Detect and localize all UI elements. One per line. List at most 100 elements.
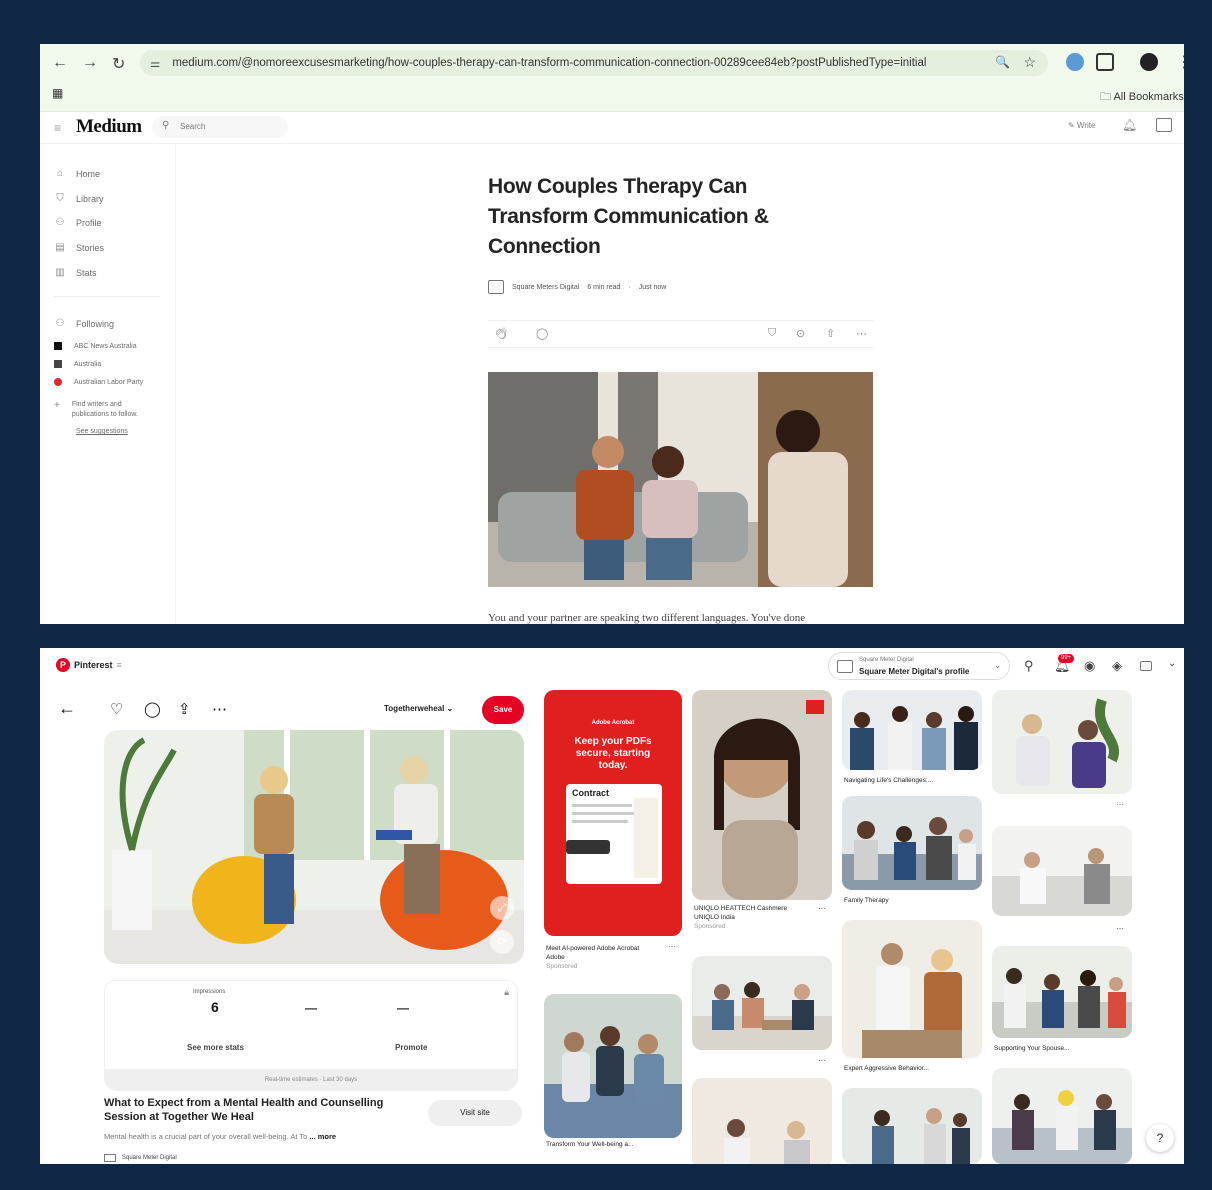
sidebar-item-home[interactable]: ⌂ Home — [54, 168, 100, 179]
visual-search-icon[interactable]: ⟳ — [490, 930, 514, 954]
pin-tile[interactable] — [692, 956, 832, 1050]
address-bar[interactable]: ⚌ medium.com/@nomoreexcusesmarketing/how… — [140, 50, 1048, 76]
save-button[interactable]: Save — [482, 696, 524, 724]
article-intro-text: You and your partner are speaking two di… — [488, 612, 806, 624]
pin-tile[interactable] — [692, 1078, 832, 1164]
more-options-icon[interactable]: ⋯ — [856, 327, 867, 340]
share-icon[interactable]: ⇪ — [178, 700, 191, 718]
search-input[interactable]: ⚲ Search — [152, 116, 288, 138]
pin-tile[interactable] — [992, 946, 1132, 1038]
pin-tile[interactable] — [842, 690, 982, 770]
read-time: 6 min read — [587, 283, 621, 291]
adobe-ad-pin[interactable]: Adobe Acrobat Keep your PDFs secure, sta… — [544, 690, 682, 936]
article-byline: Square Meters Digital 6 min read · Just … — [488, 280, 666, 294]
account-avatar-icon[interactable] — [1140, 53, 1158, 71]
profile-label: Square Meter Digital's profile — [859, 667, 970, 676]
sidebar-item-label: Stats — [76, 267, 97, 278]
more-options-icon[interactable]: ⋯ — [212, 700, 227, 718]
more-options-icon[interactable]: ⋯ — [668, 942, 676, 951]
expand-icon[interactable]: ⤢ — [490, 896, 514, 920]
write-button[interactable]: ✎ Write — [1068, 121, 1095, 130]
pin-tile[interactable] — [842, 796, 982, 890]
pin-tile[interactable] — [992, 1068, 1132, 1164]
avatar[interactable] — [1156, 118, 1172, 132]
extension-icon[interactable] — [1066, 53, 1084, 71]
all-bookmarks[interactable]: 🗀 All Bookmarks — [1100, 88, 1184, 107]
back-arrow-icon[interactable]: ← — [58, 698, 76, 719]
comment-icon[interactable]: ◯ — [144, 700, 161, 718]
site-settings-icon[interactable]: ⚌ — [150, 56, 160, 70]
listen-icon[interactable]: ⊙ — [796, 327, 805, 340]
bookmarks-bar: ▦ 🗀 All Bookmarks — [40, 84, 1184, 108]
pin-image[interactable]: ⤢ ⟳ — [104, 730, 524, 964]
chart-icon: ▥ — [55, 267, 65, 278]
following-item[interactable]: ABC News Australia — [54, 342, 137, 350]
abc-news-avatar — [54, 342, 62, 350]
pin-tile[interactable] — [992, 826, 1132, 916]
clap-icon[interactable]: 👏︎ — [494, 327, 508, 340]
more-options-icon[interactable]: ⋯ — [818, 904, 826, 913]
reload-icon[interactable]: ↻ — [112, 54, 125, 74]
stat-empty-value: — — [305, 1001, 317, 1015]
pin-detail: ♡ ◯ ⇪ ⋯ Togetherweheal ⌄ Save ⤢ ⟳ Impres… — [104, 688, 524, 1164]
kebab-menu-icon[interactable]: ⋮ — [1176, 52, 1184, 72]
see-suggestions-link[interactable]: See suggestions — [76, 428, 128, 435]
apps-grid-icon[interactable]: ▦ — [52, 86, 63, 100]
help-button[interactable]: ? — [1146, 1124, 1174, 1152]
zoom-icon[interactable]: 🔍 — [995, 55, 1010, 69]
sidebar-item-stats[interactable]: ▥ Stats — [54, 267, 97, 278]
sidebar-item-label: Stories — [76, 242, 105, 253]
puzzle-extensions-icon[interactable] — [1096, 53, 1114, 71]
heart-icon[interactable]: ♡ — [110, 700, 123, 718]
stat-empty-value: — — [397, 1001, 409, 1015]
promote-button[interactable]: Promote — [395, 1043, 427, 1052]
pin-tile[interactable] — [992, 690, 1132, 794]
more-options-icon[interactable]: ⋯ — [1116, 800, 1124, 809]
more-options-icon[interactable]: ⋯ — [818, 1056, 826, 1065]
messages-icon[interactable]: ◉ — [1084, 658, 1095, 674]
pinterest-logo[interactable]: P Pinterest ≡ — [56, 658, 122, 672]
see-more-stats-button[interactable]: See more stats — [187, 1043, 244, 1052]
menu-icon[interactable]: ≡ — [117, 660, 122, 670]
pin-tile[interactable] — [842, 920, 982, 1058]
more-options-icon[interactable]: ⋯ — [1116, 924, 1124, 933]
medium-logo[interactable]: Medium — [76, 116, 142, 138]
board-selector[interactable]: Togetherweheal ⌄ — [384, 704, 453, 713]
text-line — [572, 820, 628, 823]
visit-site-button[interactable]: Visit site — [428, 1100, 522, 1126]
following-item[interactable]: Australian Labor Party — [54, 378, 143, 386]
save-bookmark-icon[interactable]: ⛉ — [768, 327, 776, 340]
hamburger-menu-icon[interactable]: ≡ — [54, 121, 61, 135]
pinterest-logo-text: Pinterest — [74, 660, 113, 670]
chevron-down-icon: ⌄ — [994, 661, 1001, 670]
sidebar-item-following[interactable]: ⚇ Following — [54, 318, 115, 329]
ad-advertiser: UNIQLO India — [694, 914, 735, 921]
comment-icon[interactable]: ◯ — [536, 327, 548, 340]
profile-switcher[interactable]: Square Meter Digital Square Meter Digita… — [828, 652, 1010, 680]
pin-tile[interactable] — [544, 994, 682, 1138]
uniqlo-ad-pin[interactable] — [692, 690, 832, 900]
labor-party-avatar — [54, 378, 62, 386]
following-item[interactable]: Australia — [54, 360, 101, 368]
back-arrow-icon[interactable]: ← — [52, 54, 68, 72]
bookmark-star-icon[interactable]: ☆ — [1023, 54, 1036, 71]
pin-author[interactable]: Square Meter Digital — [104, 1154, 177, 1162]
bookmark-icon: ⛉ — [56, 193, 64, 204]
pinterest-screenshot: P Pinterest ≡ Square Meter Digital Square … — [40, 648, 1184, 1164]
pin-caption: Expert Aggressive Behavior... — [844, 1065, 929, 1072]
pin-tile[interactable] — [842, 1088, 982, 1164]
forward-arrow-icon[interactable]: → — [82, 54, 98, 72]
sidebar-item-profile[interactable]: ⚇ Profile — [54, 217, 102, 228]
adobe-ad-caption: Meet AI-powered Adobe Acrobat Adobe Spon… — [546, 944, 666, 971]
sidebar-item-library[interactable]: ⛉ Library — [54, 193, 103, 204]
share-icon[interactable]: ⇧ — [826, 327, 835, 340]
author-name[interactable]: Square Meters Digital — [512, 284, 579, 291]
chevron-down-icon[interactable]: ⌄ — [1168, 658, 1176, 669]
sidebar-item-stories[interactable]: ▤ Stories — [54, 242, 104, 253]
more-link[interactable]: ... more — [309, 1132, 336, 1141]
bell-icon[interactable]: 🔔︎ — [1122, 118, 1137, 132]
search-icon[interactable]: ⚲ — [1024, 658, 1034, 674]
avatar[interactable] — [1140, 661, 1152, 671]
author-avatar[interactable] — [488, 280, 504, 294]
updates-icon[interactable]: ◈ — [1112, 658, 1122, 674]
